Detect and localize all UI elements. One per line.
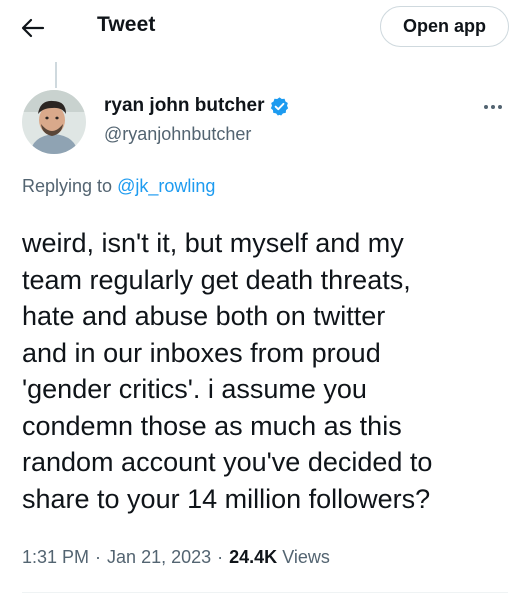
avatar[interactable]	[22, 90, 86, 154]
tweet-time[interactable]: 1:31 PM	[22, 547, 89, 568]
author-name-row[interactable]: ryan john butcher	[104, 95, 290, 117]
avatar-photo	[22, 90, 86, 154]
author-display-name[interactable]: ryan john butcher	[104, 95, 264, 117]
meta-separator: ·	[217, 547, 224, 567]
top-bar: Tweet Open app	[0, 0, 530, 56]
arrow-left-icon	[21, 18, 45, 38]
replying-to-label: Replying to	[22, 176, 118, 196]
open-app-button[interactable]: Open app	[380, 6, 509, 47]
back-button[interactable]	[18, 13, 48, 43]
tweet-text: weird, isn't it, but myself and my team …	[22, 228, 433, 514]
author-handle[interactable]: @ryanjohnbutcher	[104, 124, 251, 145]
divider	[22, 592, 508, 593]
thread-connector-line	[55, 62, 57, 88]
more-dots-icon	[484, 105, 488, 109]
tweet-date[interactable]: Jan 21, 2023	[107, 547, 211, 568]
reply-mention-link[interactable]: @jk_rowling	[117, 176, 215, 196]
views-count[interactable]: 24.4K	[229, 547, 277, 568]
more-options-button[interactable]	[478, 96, 508, 118]
views-label[interactable]: Views	[282, 547, 330, 568]
verified-badge-icon	[271, 96, 289, 116]
page-title: Tweet	[97, 13, 156, 36]
meta-separator: ·	[95, 547, 102, 567]
tweet-metadata: 1:31 PM · Jan 21, 2023 · 24.4K Views	[22, 547, 330, 568]
replying-to: Replying to @jk_rowling	[22, 176, 215, 197]
